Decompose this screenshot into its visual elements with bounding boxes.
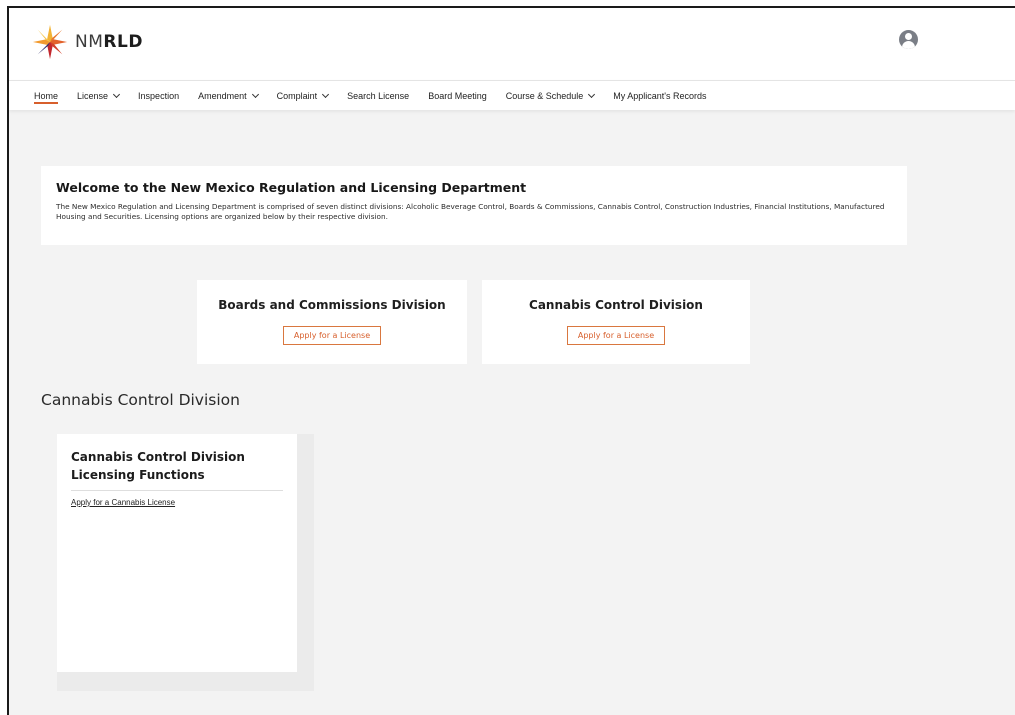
starburst-logo-icon [32, 24, 68, 60]
nav-item-label: My Applicant's Records [613, 90, 707, 101]
nav-item-inspection[interactable]: Inspection [138, 81, 179, 110]
logo-wordmark: NMRLD [75, 32, 143, 52]
nav-item-label: Board Meeting [428, 90, 487, 101]
nav-item-home[interactable]: Home [34, 81, 59, 110]
licensing-functions-card: Cannabis Control Division Licensing Func… [57, 434, 297, 672]
nav-list: Home License Inspection Amendment Complaint S… [9, 81, 1015, 110]
nav-item-license[interactable]: License [77, 81, 121, 110]
card-divider [71, 490, 283, 491]
apply-license-button-boards[interactable]: Apply for a License [282, 326, 382, 345]
chevron-down-icon [251, 90, 259, 98]
nav-item-board-meeting[interactable]: Board Meeting [428, 81, 487, 110]
nav-item-label: Home [34, 90, 59, 101]
nav-item-label: Inspection [138, 90, 180, 101]
nav-item-label: Search License [347, 90, 410, 101]
chevron-down-icon [322, 90, 330, 98]
division-card-boards: Boards and Commissions Division Apply fo… [197, 280, 467, 364]
nav-item-course-schedule[interactable]: Course & Schedule [505, 81, 596, 110]
section-title: Cannabis Control Division [41, 391, 240, 409]
nav-item-complaint[interactable]: Complaint [276, 81, 330, 110]
nav-item-label: Course & Schedule [505, 90, 584, 101]
header: NMRLD [9, 8, 1015, 80]
nav-item-my-applicant-s-records[interactable]: My Applicant's Records [613, 81, 706, 110]
welcome-panel: Welcome to the New Mexico Regulation and… [41, 166, 907, 245]
main-nav: Home License Inspection Amendment Complaint S… [9, 80, 1015, 110]
user-avatar-icon[interactable] [899, 30, 918, 49]
page-frame: NMRLD Home License Inspection Amendment Comp… [7, 6, 1015, 715]
division-title: Cannabis Control Division [529, 298, 703, 312]
nav-item-label: Complaint [276, 90, 318, 101]
apply-cannabis-license-link[interactable]: Apply for a Cannabis License [71, 498, 175, 507]
apply-license-button-cannabis[interactable]: Apply for a License [566, 326, 666, 345]
division-title: Boards and Commissions Division [218, 298, 446, 312]
nav-item-label: Amendment [198, 90, 247, 101]
nav-item-label: License [77, 90, 109, 101]
site-logo[interactable]: NMRLD [31, 20, 143, 64]
chevron-down-icon [588, 90, 596, 98]
nav-item-amendment[interactable]: Amendment [198, 81, 259, 110]
chevron-down-icon [113, 90, 121, 98]
division-card-cannabis: Cannabis Control Division Apply for a Li… [482, 280, 750, 364]
card-title: Cannabis Control Division Licensing Func… [71, 450, 245, 482]
welcome-body: The New Mexico Regulation and Licensing … [56, 202, 885, 221]
welcome-title: Welcome to the New Mexico Regulation and… [56, 180, 527, 195]
nav-item-search-license[interactable]: Search License [347, 81, 409, 110]
